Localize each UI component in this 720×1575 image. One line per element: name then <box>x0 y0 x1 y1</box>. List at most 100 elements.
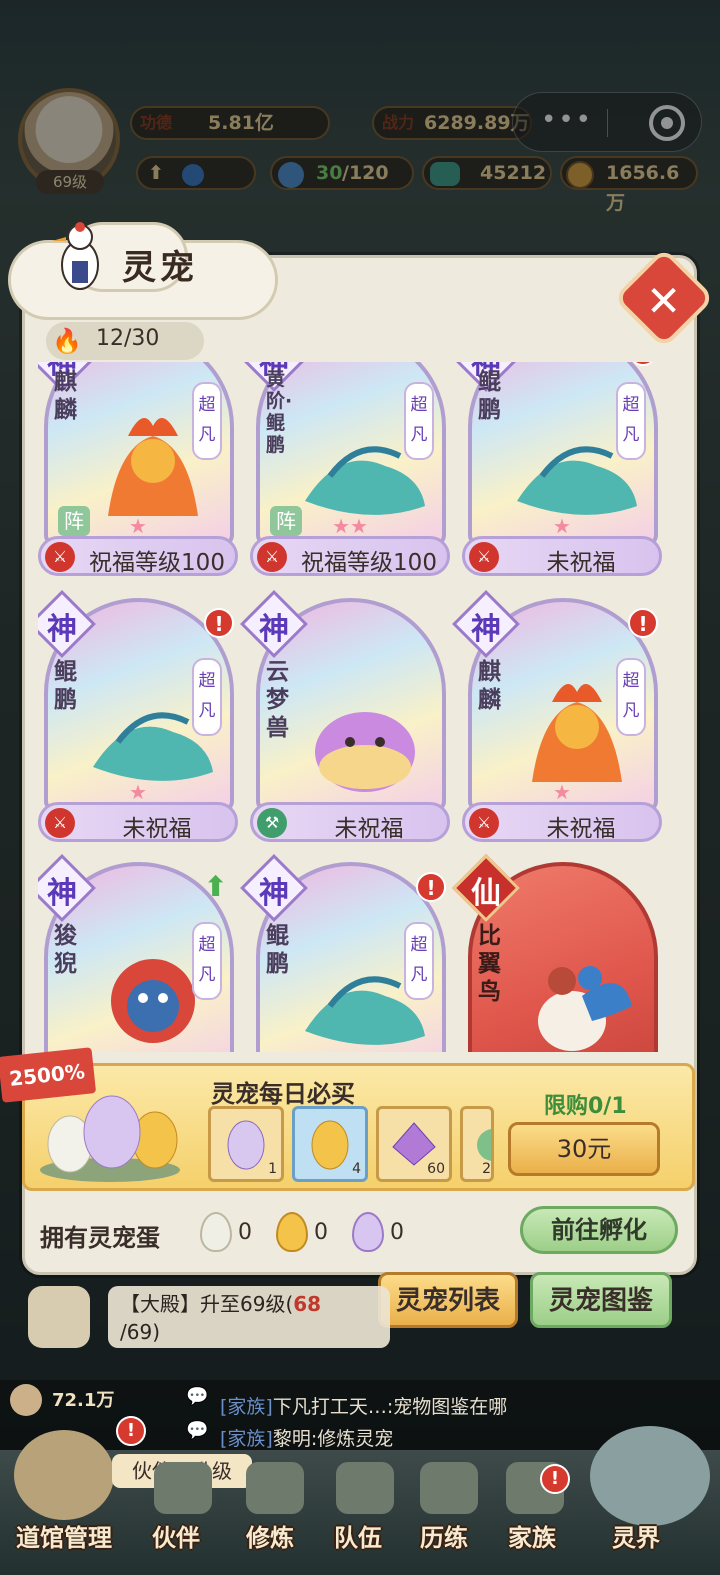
feed-line: [家族]黎明:修炼灵宠 <box>220 1424 393 1451</box>
pet-card[interactable]: 神 鲲鹏 超凡 ! <box>240 854 450 1052</box>
pet-card[interactable]: 神 云梦兽 ⚒ 未祝福 <box>240 590 450 843</box>
blessing-status: 未祝福 <box>122 816 192 842</box>
quest-tip[interactable]: 【大殿】升至69级(68 /69) <box>108 1286 390 1348</box>
go-hatch-button[interactable]: 前往孵化 <box>520 1206 678 1254</box>
training-icon[interactable] <box>420 1462 478 1514</box>
tab-pet-list[interactable]: 灵宠列表 <box>378 1272 518 1328</box>
pet-card[interactable]: 神 鲲鹏 超凡 ! ★ ⚔未祝福 <box>38 590 238 843</box>
close-icon: ✕ <box>646 276 682 326</box>
buy-button[interactable]: 30元 <box>508 1122 660 1176</box>
pet-name: 鲲鹏 <box>478 369 501 423</box>
alert-badge: ! <box>628 608 658 638</box>
flame-icon: 🔥 <box>52 327 82 355</box>
partner-icon[interactable] <box>154 1462 212 1514</box>
deal-item-slot[interactable]: 1 <box>208 1106 284 1182</box>
blessing-status: 未祝福 <box>546 816 616 842</box>
scroll-icon[interactable] <box>28 1286 90 1348</box>
grade-label: 神 <box>259 612 289 647</box>
alert-badge: ! <box>116 1416 146 1446</box>
item-quantity: 60 <box>427 1161 445 1177</box>
rarity-tag: 超凡 <box>404 922 434 1000</box>
player-mini-avatar <box>10 1384 42 1416</box>
sword-icon: ⚔ <box>469 542 499 572</box>
rainbow-egg-count: 0 <box>390 1220 404 1245</box>
sword-icon: ⚔ <box>45 808 75 838</box>
sword-icon: ⚔ <box>45 542 75 572</box>
pet-name: 鲲鹏 <box>54 659 77 713</box>
blessing-status: 祝福等级100 <box>301 550 437 576</box>
pet-grid: 神 麒麟 超凡 ⬆ 阵 ★ ⚔祝福等级100 神 黄阶·鲲鹏 超凡 ⬆ 阵 ★★… <box>38 362 678 1052</box>
grade-label: 仙 <box>471 876 501 911</box>
star-rating: ★ <box>553 514 571 538</box>
owned-eggs-label: 拥有灵宠蛋 <box>40 1224 160 1252</box>
blessing-bar: ⚔ 祝福等级100 <box>250 536 450 576</box>
pet-count: 12/30 <box>96 326 160 351</box>
nav-family[interactable]: 家族 <box>508 1518 556 1553</box>
star-rating: ★★ <box>332 514 368 538</box>
pet-card[interactable]: 神 鲲鹏 超凡 ! ★ ⚔未祝福 <box>452 362 662 577</box>
blessing-bar: ⚔ 未祝福 <box>38 802 238 842</box>
spirit-realm-icon[interactable] <box>590 1426 710 1526</box>
rarity-tag: 超凡 <box>192 922 222 1000</box>
grade-label: 神 <box>259 876 289 911</box>
white-egg-icon <box>200 1212 232 1252</box>
dojo-avatar-icon[interactable] <box>14 1430 114 1520</box>
deal-title: 灵宠每日必买 <box>211 1080 355 1108</box>
gold-egg-icon <box>276 1212 308 1252</box>
pet-card[interactable]: 神 黄阶·鲲鹏 超凡 ⬆ 阵 ★★ ⚔祝福等级100 <box>240 362 450 577</box>
pet-count-badge: 🔥 12/30 <box>46 322 204 360</box>
nav-cultivate[interactable]: 修炼 <box>246 1518 294 1553</box>
cultivate-icon[interactable] <box>246 1462 304 1514</box>
team-icon[interactable] <box>336 1462 394 1514</box>
pet-name: 麒麟 <box>478 659 501 713</box>
panel-title: 灵宠 <box>122 248 198 288</box>
grade-label: 神 <box>47 876 77 911</box>
tool-icon: ⚒ <box>257 808 287 838</box>
pet-card[interactable]: 神 麒麟 超凡 ⬆ 阵 ★ ⚔祝福等级100 <box>38 362 238 577</box>
item-quantity: 2 <box>482 1161 491 1177</box>
nav-spirit-realm[interactable]: 灵界 <box>612 1518 660 1553</box>
rarity-tag: 超凡 <box>616 658 646 736</box>
quest-suffix: /69) <box>120 1320 160 1344</box>
blessing-bar: ⚔ 祝福等级100 <box>38 536 238 576</box>
feed-line: [家族]下凡打工天…:宠物图鉴在哪 <box>220 1392 507 1419</box>
star-rating: ★ <box>129 514 147 538</box>
deal-item-slot[interactable]: 4 <box>292 1106 368 1182</box>
nav-dojo[interactable]: 道馆管理 <box>16 1518 112 1553</box>
blessing-status: 未祝福 <box>334 816 404 842</box>
nav-partner[interactable]: 伙伴 <box>152 1518 200 1553</box>
pet-name: 比翼鸟 <box>478 923 501 1005</box>
upgrade-arrow-icon: ⬆ <box>204 870 228 903</box>
gold-egg-count: 0 <box>314 1220 328 1245</box>
crane-mascot-icon <box>52 222 99 290</box>
upgrade-arrow-icon: ⬆ <box>204 362 227 363</box>
alert-badge: ! <box>416 872 446 902</box>
item-quantity: 4 <box>352 1161 361 1177</box>
rarity-tag: 超凡 <box>192 382 222 460</box>
rarity-tag: 超凡 <box>404 382 434 460</box>
item-quantity: 1 <box>268 1161 277 1177</box>
rainbow-egg-icon <box>352 1212 384 1252</box>
pet-card[interactable]: 仙 比翼鸟 <box>452 854 662 1052</box>
pet-card[interactable]: 神 狻猊 超凡 ⬆ <box>38 854 238 1052</box>
nav-training[interactable]: 历练 <box>420 1518 468 1553</box>
player-power: 72.1万 <box>52 1390 115 1411</box>
star-rating: ★ <box>129 780 147 804</box>
egg-nest-icon <box>40 1095 180 1182</box>
blessing-bar: ⚔ 未祝福 <box>462 802 662 842</box>
white-egg-count: 0 <box>238 1220 252 1245</box>
purchase-limit: 限购0/1 <box>544 1094 627 1119</box>
clan-tag: [家族] <box>220 1396 273 1418</box>
deal-item-slot[interactable]: 60 <box>376 1106 452 1182</box>
blessing-bar: ⚒ 未祝福 <box>250 802 450 842</box>
biyi-bird-icon <box>538 966 632 1051</box>
star-rating: ★ <box>553 780 571 804</box>
deal-item-slot[interactable]: 2 <box>460 1106 494 1182</box>
pet-card[interactable]: 神 麒麟 超凡 ! ★ ⚔ 未祝福 <box>452 590 662 843</box>
pet-name: 狻猊 <box>54 923 77 977</box>
nav-team[interactable]: 队伍 <box>334 1518 382 1553</box>
blessing-bar: ⚔ 未祝福 <box>462 536 662 576</box>
tab-pet-codex[interactable]: 灵宠图鉴 <box>530 1272 672 1328</box>
sword-icon: ⚔ <box>469 808 499 838</box>
pet-name: 鲲鹏 <box>266 923 289 977</box>
